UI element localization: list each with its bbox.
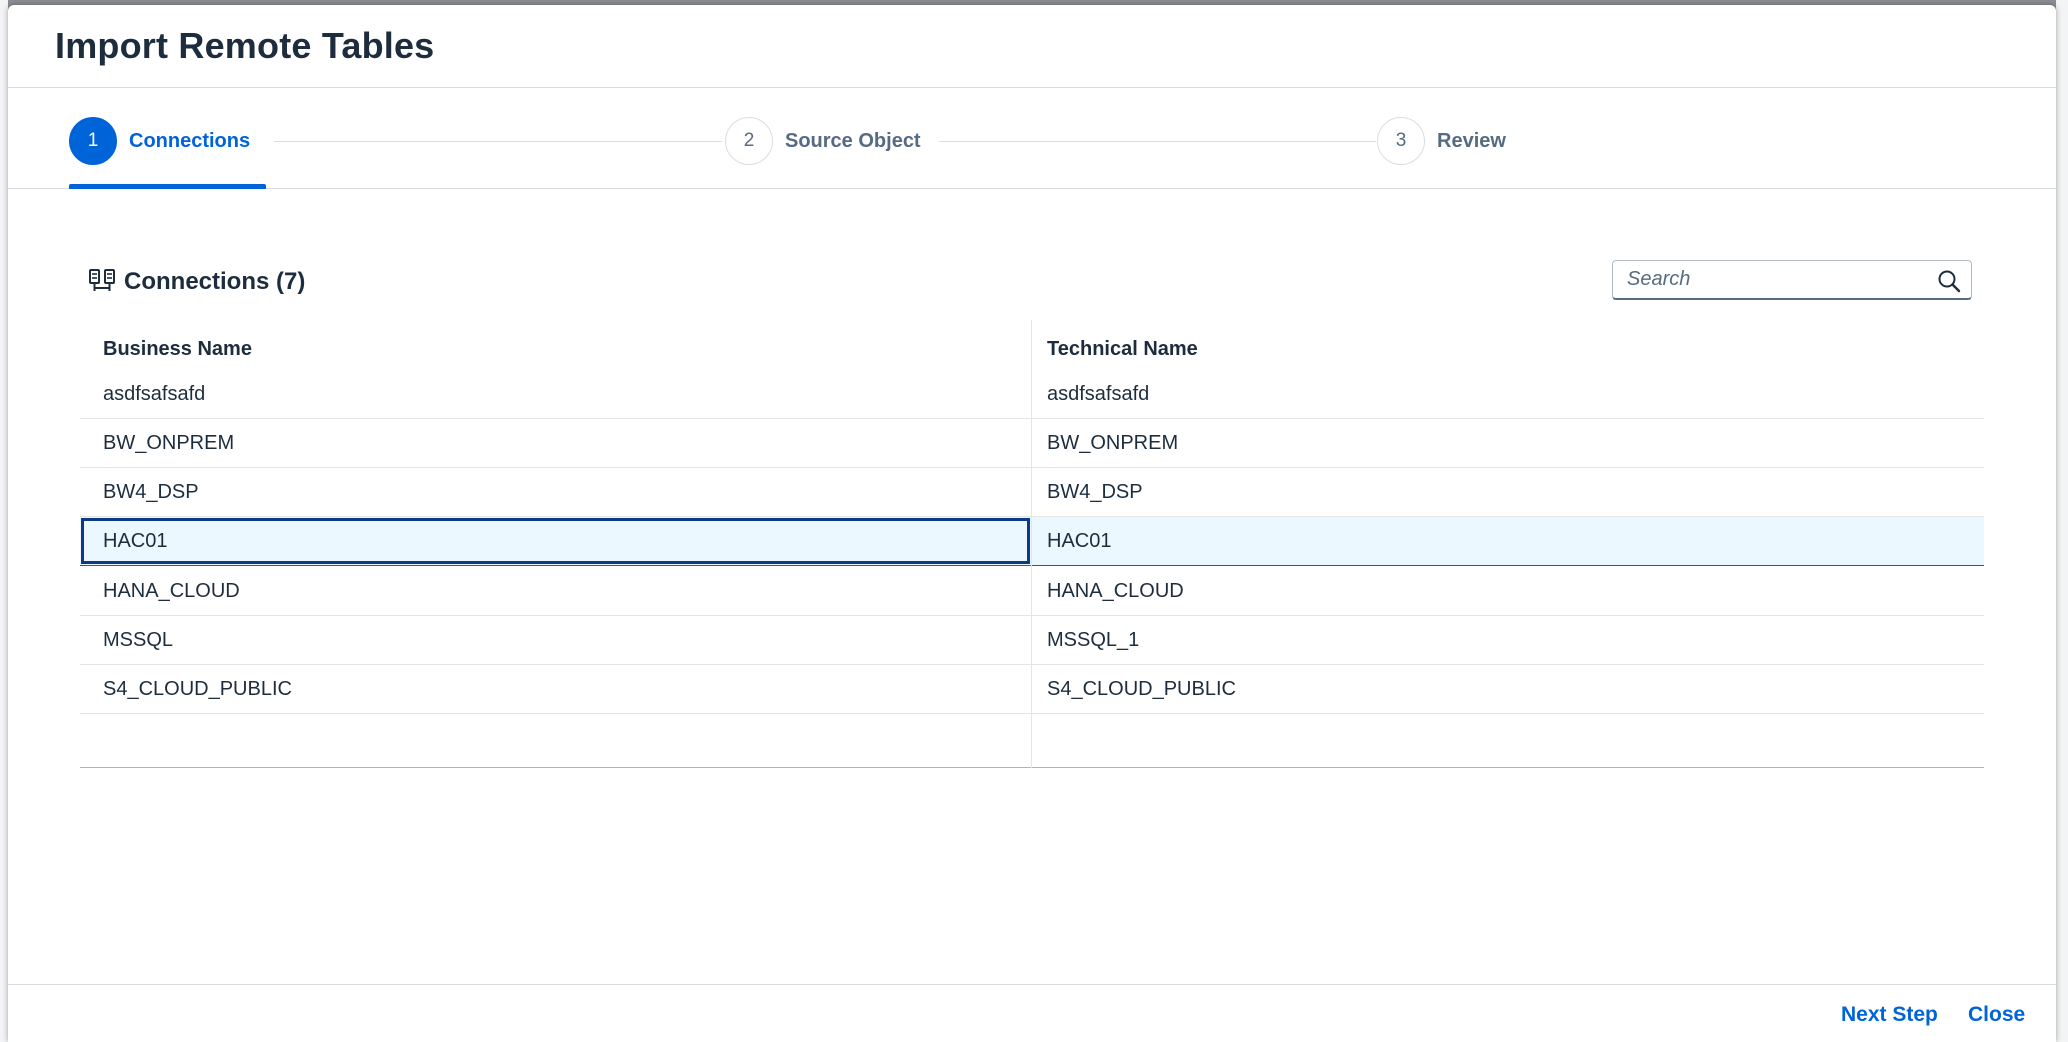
column-header-technical-name[interactable]: Technical Name: [1047, 338, 1198, 361]
wizard-step-connections[interactable]: 1 Connections: [69, 117, 250, 165]
dialog-title: Import Remote Tables: [55, 25, 435, 66]
table-row[interactable]: S4_CLOUD_PUBLIC S4_CLOUD_PUBLIC: [80, 665, 1984, 714]
column-header-business-name[interactable]: Business Name: [103, 338, 252, 361]
cell-business-name: MSSQL: [103, 629, 174, 651]
table-row-empty: [80, 715, 1984, 764]
step-label: Connections: [129, 129, 251, 152]
search-field[interactable]: [1612, 260, 1972, 300]
dialog-footer: Next Step Close: [8, 984, 2056, 1042]
cell-technical-name: asdfsafsafd: [1047, 383, 1150, 405]
dialog-header: Import Remote Tables: [8, 5, 2056, 88]
wizard-step-review[interactable]: 3 Review: [1377, 117, 1506, 165]
focused-cell-outline: [81, 518, 1030, 564]
table-row[interactable]: BW4_DSP BW4_DSP: [80, 468, 1984, 517]
wizard-step-source-object[interactable]: 2 Source Object: [725, 117, 921, 165]
cell-technical-name: HAC01: [1047, 530, 1112, 552]
cell-business-name: BW_ONPREM: [103, 432, 235, 454]
table-header-row: Business Name Technical Name: [80, 320, 1984, 370]
cell-business-name: HANA_CLOUD: [103, 580, 240, 602]
step-label: Source Object: [785, 129, 921, 152]
background-app-left: [0, 0, 8, 1042]
step-number: 3: [1377, 117, 1425, 165]
search-input[interactable]: [1627, 268, 1927, 291]
close-button[interactable]: Close: [1968, 1003, 2025, 1027]
import-remote-tables-dialog: Import Remote Tables 1 Connections 2 Sou…: [8, 5, 2056, 1042]
table-row-selected[interactable]: HAC01 HAC01: [80, 517, 1984, 566]
cell-technical-name: HANA_CLOUD: [1047, 580, 1184, 602]
cell-technical-name: BW4_DSP: [1047, 481, 1143, 503]
step-number: 2: [725, 117, 773, 165]
step-label: Review: [1437, 129, 1506, 152]
next-step-button[interactable]: Next Step: [1841, 1003, 1938, 1027]
table-row[interactable]: asdfsafsafd asdfsafsafd: [80, 370, 1984, 419]
cell-business-name: S4_CLOUD_PUBLIC: [103, 678, 292, 700]
cell-business-name: HAC01: [103, 530, 168, 552]
step-connector: [939, 141, 1376, 142]
table-row[interactable]: BW_ONPREM BW_ONPREM: [80, 419, 1984, 468]
cell-business-name: BW4_DSP: [103, 481, 199, 503]
step-number: 1: [69, 117, 117, 165]
table-row[interactable]: HANA_CLOUD HANA_CLOUD: [80, 567, 1984, 616]
connections-table: Business Name Technical Name asdfsafsafd…: [80, 320, 1984, 768]
table-row[interactable]: MSSQL MSSQL_1: [80, 616, 1984, 665]
table-toolbar: Connections (7): [88, 260, 1980, 302]
search-icon[interactable]: [1937, 269, 1961, 293]
table-title: Connections (7): [124, 268, 306, 295]
connections-icon: [89, 269, 115, 291]
dialog-content: Connections (7) Business Name Technical …: [8, 190, 2056, 990]
step-connector: [274, 141, 722, 142]
wizard-progress: 1 Connections 2 Source Object 3 Review: [8, 89, 2056, 189]
active-step-indicator: [69, 184, 266, 189]
background-app-right: [2056, 0, 2068, 1042]
cell-business-name: asdfsafsafd: [103, 383, 206, 405]
cell-technical-name: S4_CLOUD_PUBLIC: [1047, 678, 1236, 700]
cell-technical-name: MSSQL_1: [1047, 629, 1140, 651]
column-divider[interactable]: [1031, 320, 1032, 768]
cell-technical-name: BW_ONPREM: [1047, 432, 1179, 454]
